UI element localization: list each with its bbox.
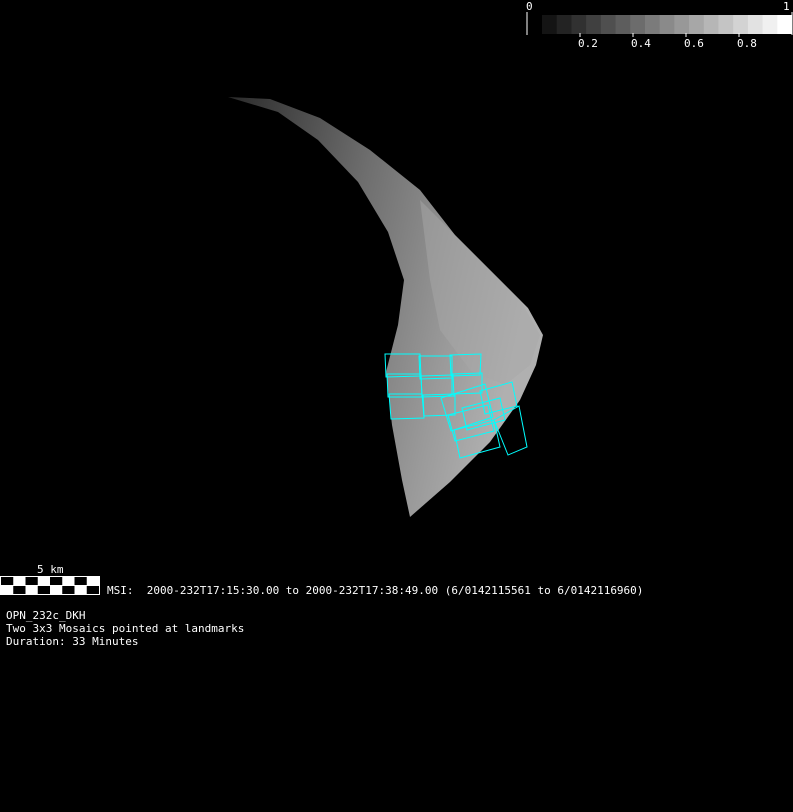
scale-bar-segment [25,577,38,585]
colorbar-step [777,15,793,34]
scale-bar-segment [1,577,14,585]
colorbar-step [718,15,734,34]
colorbar-max-label: 1 [783,0,790,13]
colorbar-step [542,15,558,34]
colorbar-step [615,15,631,34]
scale-bar-segment [50,577,63,585]
scale-bar-segment [62,586,75,594]
colorbar-step [674,15,690,34]
colorbar-step [600,15,617,34]
scale-bar-segment [37,586,50,594]
msi-time-range: MSI: 2000-232T17:15:30.00 to 2000-232T17… [107,584,644,597]
colorbar [526,12,793,37]
colorbar-step [659,15,675,34]
observation-name: OPN_232c_DKH [6,609,86,622]
scale-bar [0,576,100,595]
colorbar-tick-label: 0.2 [578,37,598,50]
colorbar-step [556,15,572,34]
colorbar-step [644,15,661,34]
colorbar-min-label: 0 [526,0,533,13]
colorbar-step [586,15,602,34]
asteroid-view [0,12,793,595]
colorbar-step [571,15,587,34]
colorbar-step [733,15,749,34]
colorbar-step [689,15,705,34]
colorbar-tick-label: 0.8 [737,37,757,50]
observation-description: Two 3x3 Mosaics pointed at landmarks [6,622,245,635]
colorbar-tick-label: 0.6 [684,37,704,50]
scale-bar-segment [74,577,87,585]
colorbar-step [762,15,778,34]
scale-bar-label: 5 km [37,563,64,576]
colorbar-tick-label: 0.4 [631,37,651,50]
colorbar-step [703,15,719,34]
scale-bar-segment [86,586,99,594]
colorbar-step [630,15,646,34]
observation-duration: Duration: 33 Minutes [6,635,139,648]
colorbar-step [747,15,764,34]
scale-bar-segment [13,586,26,594]
